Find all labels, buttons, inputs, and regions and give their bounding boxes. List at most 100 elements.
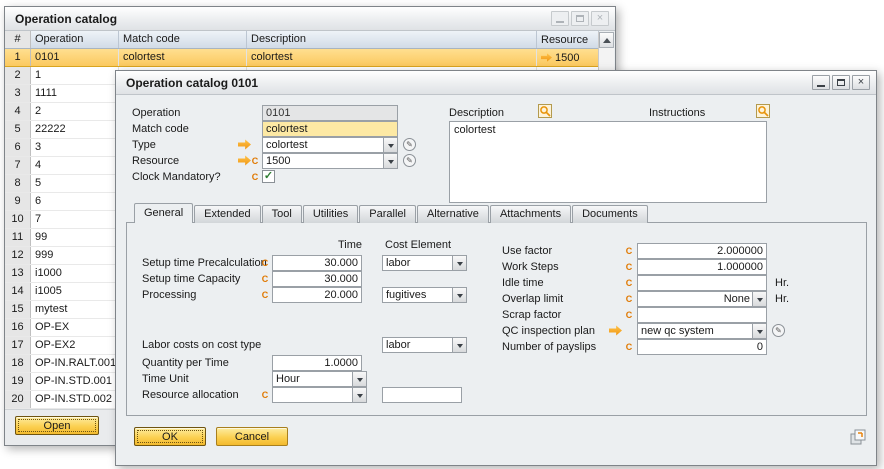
tab-extended[interactable]: Extended bbox=[194, 205, 260, 223]
resource-allocation-combo[interactable] bbox=[272, 387, 367, 403]
idle-time-label: Idle time bbox=[502, 275, 544, 291]
cost-element-column-header: Cost Element bbox=[385, 237, 451, 253]
chevron-down-icon[interactable] bbox=[352, 372, 366, 386]
row-number: 18 bbox=[5, 355, 31, 372]
clock-mandatory-checkbox[interactable]: ✓ bbox=[262, 170, 275, 183]
resize-grip-icon[interactable] bbox=[849, 428, 867, 446]
instructions-zoom-icon[interactable] bbox=[756, 104, 770, 118]
tab-tool[interactable]: Tool bbox=[262, 205, 302, 223]
dialog-window-controls: × bbox=[812, 75, 870, 90]
resource-form-settings-marker: C bbox=[250, 153, 260, 169]
operation-field[interactable] bbox=[262, 105, 398, 121]
chevron-down-icon[interactable] bbox=[752, 292, 766, 306]
row-number: 19 bbox=[5, 373, 31, 390]
row-number: 17 bbox=[5, 337, 31, 354]
scrap-factor-field[interactable] bbox=[637, 307, 767, 323]
payslips-field[interactable] bbox=[637, 339, 767, 355]
cell-operation: 22222 bbox=[31, 121, 119, 138]
chevron-down-icon[interactable] bbox=[452, 256, 466, 270]
column-header-number[interactable]: # bbox=[5, 31, 31, 48]
qc-inspection-plan-combo[interactable]: new qc system bbox=[637, 323, 767, 339]
dialog-titlebar[interactable]: Operation catalog 0101 × bbox=[116, 71, 876, 95]
row-number: 8 bbox=[5, 175, 31, 192]
row-number: 14 bbox=[5, 283, 31, 300]
tab-parallel[interactable]: Parallel bbox=[359, 205, 416, 223]
resource-combo[interactable]: 1500 bbox=[262, 153, 398, 169]
tab-attachments[interactable]: Attachments bbox=[490, 205, 571, 223]
idle-time-field[interactable] bbox=[637, 275, 767, 291]
cell-operation: 2 bbox=[31, 103, 119, 120]
type-edit-icon[interactable]: ✎ bbox=[403, 138, 416, 151]
work-steps-field[interactable] bbox=[637, 259, 767, 275]
use-factor-field[interactable] bbox=[637, 243, 767, 259]
setup-precalc-field[interactable] bbox=[272, 255, 362, 271]
maximize-icon[interactable] bbox=[832, 75, 850, 90]
row-number: 2 bbox=[5, 67, 31, 84]
row-number: 10 bbox=[5, 211, 31, 228]
cell-operation: 5 bbox=[31, 175, 119, 192]
row-number: 6 bbox=[5, 139, 31, 156]
close-icon[interactable]: × bbox=[591, 11, 609, 26]
setup-capacity-field[interactable] bbox=[272, 271, 362, 287]
chevron-down-icon[interactable] bbox=[452, 288, 466, 302]
description-textarea[interactable]: colortest bbox=[449, 121, 767, 203]
column-header-operation[interactable]: Operation bbox=[31, 31, 119, 48]
overlap-limit-combo[interactable]: None bbox=[637, 291, 767, 307]
chevron-down-icon[interactable] bbox=[352, 388, 366, 402]
cell-operation: 99 bbox=[31, 229, 119, 246]
quantity-per-time-field[interactable] bbox=[272, 355, 362, 371]
work-steps-form-settings-marker: C bbox=[624, 259, 634, 275]
resource-edit-icon[interactable]: ✎ bbox=[403, 154, 416, 167]
row-number: 9 bbox=[5, 193, 31, 210]
row-number: 12 bbox=[5, 247, 31, 264]
column-header-resource[interactable]: Resource bbox=[537, 31, 599, 48]
link-arrow-icon[interactable] bbox=[541, 53, 552, 62]
cancel-button[interactable]: Cancel bbox=[216, 427, 288, 446]
operation-label: Operation bbox=[132, 105, 180, 121]
description-zoom-icon[interactable] bbox=[538, 104, 552, 118]
labor-costs-combo[interactable]: labor bbox=[382, 337, 467, 353]
column-header-match-code[interactable]: Match code bbox=[119, 31, 247, 48]
catalog-titlebar[interactable]: Operation catalog × bbox=[5, 7, 615, 31]
qc-link-arrow-icon[interactable] bbox=[609, 325, 622, 336]
processing-cost-combo[interactable]: fugitives bbox=[382, 287, 467, 303]
type-label: Type bbox=[132, 137, 156, 153]
tab-alternative[interactable]: Alternative bbox=[417, 205, 489, 223]
time-unit-combo[interactable]: Hour bbox=[272, 371, 367, 387]
column-header-description[interactable]: Description bbox=[247, 31, 537, 48]
scroll-up-icon[interactable] bbox=[599, 32, 614, 48]
match-code-field[interactable] bbox=[262, 121, 398, 137]
close-icon[interactable]: × bbox=[852, 75, 870, 90]
type-link-arrow-icon[interactable] bbox=[238, 139, 251, 150]
processing-field[interactable] bbox=[272, 287, 362, 303]
maximize-icon[interactable] bbox=[571, 11, 589, 26]
qc-inspection-plan-value: new qc system bbox=[641, 324, 750, 338]
scrap-factor-label: Scrap factor bbox=[502, 307, 561, 323]
tab-general[interactable]: General bbox=[134, 203, 193, 223]
overlap-limit-label: Overlap limit bbox=[502, 291, 563, 307]
qc-edit-icon[interactable]: ✎ bbox=[772, 324, 785, 337]
chevron-down-icon[interactable] bbox=[752, 324, 766, 338]
chevron-down-icon[interactable] bbox=[383, 138, 397, 152]
match-code-label: Match code bbox=[132, 121, 189, 137]
time-column-header: Time bbox=[272, 237, 362, 253]
resource-allocation-extra-field[interactable] bbox=[382, 387, 462, 403]
cell-description: colortest bbox=[247, 49, 537, 66]
setup-precalc-cost-combo[interactable]: labor bbox=[382, 255, 467, 271]
catalog-window-controls: × bbox=[551, 11, 609, 26]
table-row[interactable]: 10101colortestcolortest1500 bbox=[5, 49, 599, 67]
ok-button[interactable]: OK bbox=[134, 427, 206, 446]
minimize-icon[interactable] bbox=[812, 75, 830, 90]
tab-utilities[interactable]: Utilities bbox=[303, 205, 358, 223]
cell-operation: mytest bbox=[31, 301, 119, 318]
type-combo[interactable]: colortest bbox=[262, 137, 398, 153]
chevron-down-icon[interactable] bbox=[452, 338, 466, 352]
chevron-down-icon[interactable] bbox=[383, 154, 397, 168]
scrap-factor-form-settings-marker: C bbox=[624, 307, 634, 323]
resource-allocation-form-settings-marker: C bbox=[260, 387, 270, 403]
tab-documents[interactable]: Documents bbox=[572, 205, 648, 223]
type-combo-value: colortest bbox=[266, 138, 381, 152]
minimize-icon[interactable] bbox=[551, 11, 569, 26]
open-button[interactable]: Open bbox=[15, 416, 99, 435]
labor-costs-value: labor bbox=[386, 338, 450, 352]
